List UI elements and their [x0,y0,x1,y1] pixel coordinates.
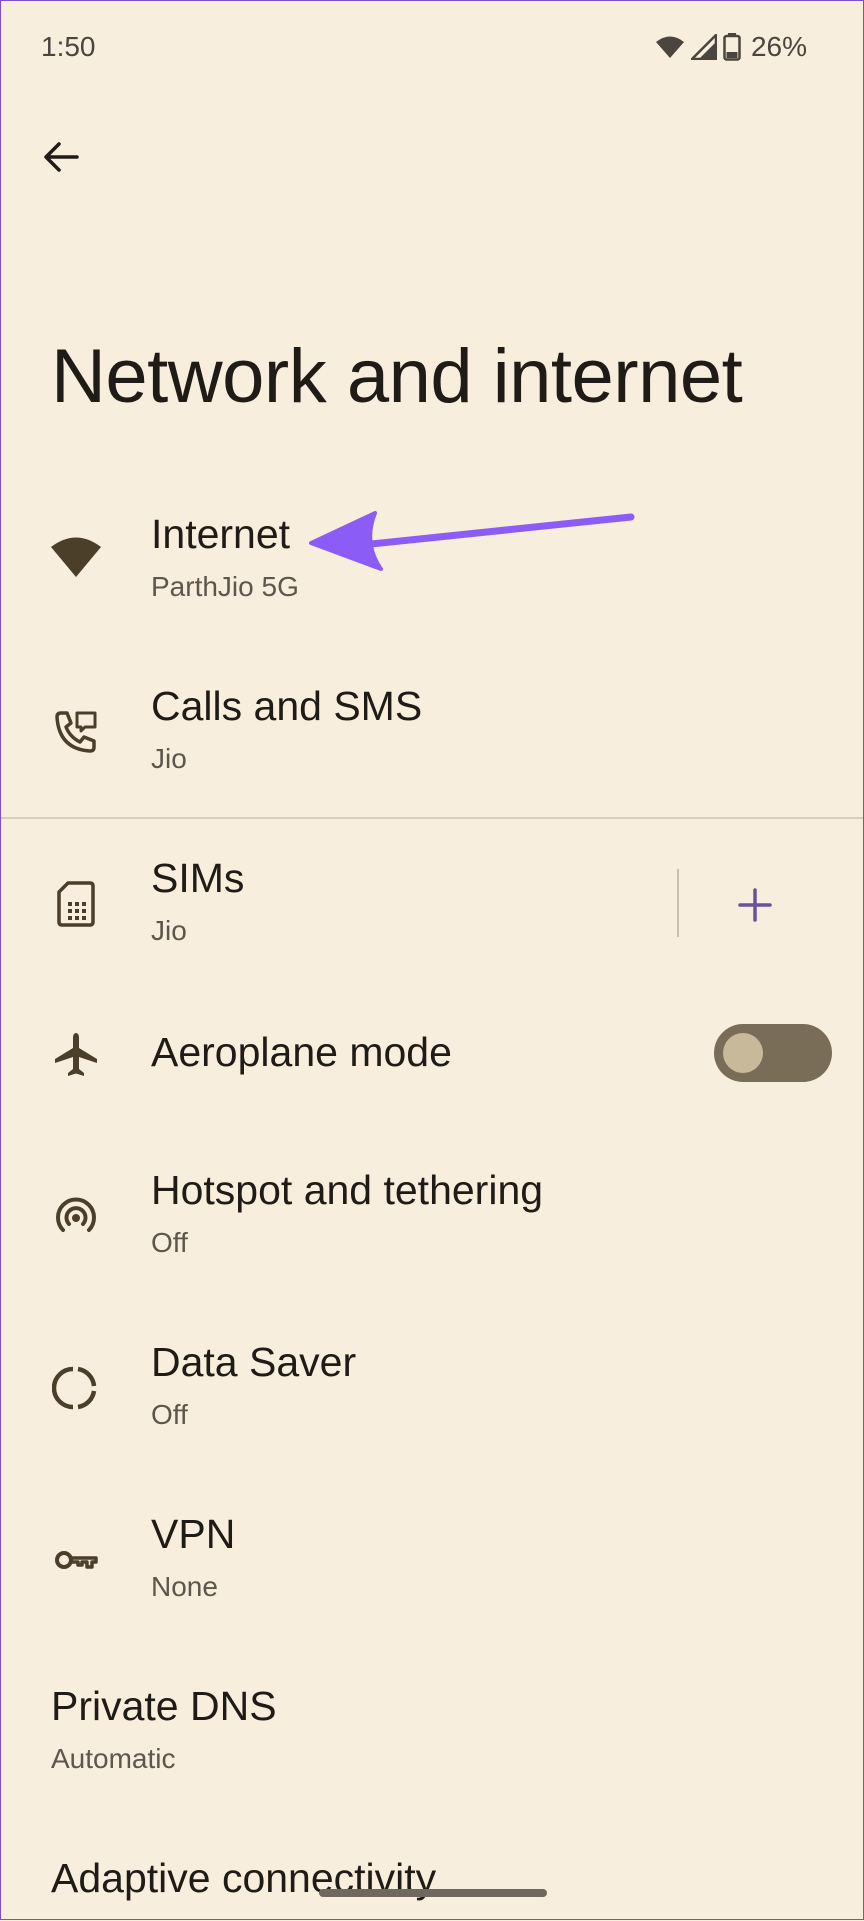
adaptive-connectivity-item[interactable]: Adaptive connectivity [1,1845,863,1921]
vpn-subtitle: None [151,1571,218,1602]
hotspot-subtitle: Off [151,1227,188,1258]
sim-card-icon [49,877,103,931]
plus-icon [738,888,772,922]
private-dns-item[interactable]: Private DNS Automatic [1,1673,863,1793]
sims-subtitle: Jio [151,915,187,946]
sims-item[interactable]: SIMs Jio [1,845,661,965]
back-button[interactable] [29,125,93,189]
data-saver-title: Data Saver [151,1339,357,1385]
airplane-icon [49,1027,103,1081]
hotspot-icon [49,1189,103,1243]
battery-percent: 26% [750,31,807,62]
cellular-signal-icon [690,34,717,60]
home-indicator[interactable] [319,1889,547,1897]
calls-sms-subtitle: Jio [151,743,187,774]
arrow-left-icon [44,142,79,172]
calls-sms-icon [49,705,103,759]
private-dns-title: Private DNS [51,1683,277,1729]
toggle-knob [723,1033,763,1073]
data-saver-subtitle: Off [151,1399,188,1430]
add-sim-button[interactable] [723,873,787,937]
calls-sms-item[interactable]: Calls and SMS Jio [1,673,863,793]
vpn-item[interactable]: VPN None [1,1501,863,1621]
status-icons: 26% [655,29,807,65]
aeroplane-mode-title: Aeroplane mode [151,1029,452,1075]
hotspot-title: Hotspot and tethering [151,1167,544,1213]
internet-subtitle: ParthJio 5G [151,571,299,602]
sims-action-divider [677,869,679,937]
section-divider [1,817,863,819]
data-saver-icon [49,1361,103,1415]
data-saver-item[interactable]: Data Saver Off [1,1329,863,1449]
status-time: 1:50 [41,31,96,62]
page-title: Network and internet [51,334,743,419]
private-dns-subtitle: Automatic [51,1743,176,1774]
hotspot-item[interactable]: Hotspot and tethering Off [1,1157,863,1277]
status-bar: 1:50 26% [1,1,863,97]
wifi-icon [49,529,103,583]
vpn-key-icon [49,1533,103,1587]
internet-item[interactable]: Internet ParthJio 5G [1,501,863,621]
vpn-title: VPN [151,1511,236,1557]
aeroplane-mode-toggle[interactable] [714,1024,832,1082]
internet-title: Internet [151,511,291,557]
wifi-icon [655,36,684,58]
battery-icon [723,33,741,61]
sims-title: SIMs [151,855,245,901]
calls-sms-title: Calls and SMS [151,683,423,729]
